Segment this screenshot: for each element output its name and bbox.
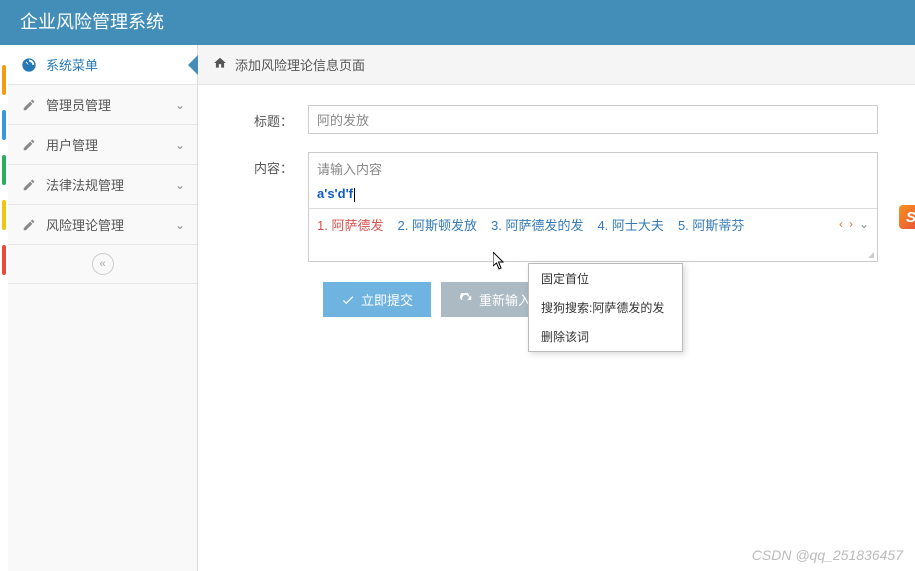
- chevron-right-icon[interactable]: ›: [849, 217, 853, 231]
- context-menu-item[interactable]: 搜狗搜索:阿萨德发的发: [529, 293, 682, 322]
- main-content: 添加风险理论信息页面 标题： 内容： 请输入内容 a's'd'f: [198, 45, 915, 571]
- title-label: 标题：: [228, 105, 308, 130]
- edge-bar: [2, 65, 6, 95]
- submit-button[interactable]: 立即提交: [323, 282, 431, 317]
- form-area: 标题： 内容： 请输入内容 a's'd'f 1. 阿萨德发 2. 阿斯: [198, 85, 915, 337]
- breadcrumb-text: 添加风险理论信息页面: [235, 55, 365, 74]
- sidebar: 系统菜单 管理员管理 ⌄ 用户管理 ⌄ 法律法规管理 ⌄: [8, 45, 198, 571]
- content-placeholder: 请输入内容: [309, 153, 877, 184]
- chevron-down-icon: ⌄: [175, 98, 185, 112]
- edit-icon: [20, 98, 38, 112]
- sogou-ime-icon[interactable]: S: [899, 205, 915, 229]
- ime-composition: a's'd'f: [309, 184, 877, 208]
- refresh-icon: [459, 293, 473, 307]
- sidebar-item-user[interactable]: 用户管理 ⌄: [8, 125, 197, 165]
- sidebar-item-label: 系统菜单: [46, 55, 98, 74]
- chevron-down-icon[interactable]: ⌄: [859, 217, 869, 231]
- content-textarea[interactable]: 请输入内容 a's'd'f 1. 阿萨德发 2. 阿斯顿发放 3. 阿萨德发的发…: [308, 152, 878, 262]
- chevron-down-icon: ⌄: [175, 138, 185, 152]
- home-icon[interactable]: [213, 56, 227, 73]
- breadcrumb: 添加风险理论信息页面: [198, 45, 915, 85]
- content-label: 内容：: [228, 152, 308, 177]
- sidebar-item-label: 风险理论管理: [46, 215, 124, 234]
- context-menu-item[interactable]: 固定首位: [529, 264, 682, 293]
- ime-candidate-bar[interactable]: 1. 阿萨德发 2. 阿斯顿发放 3. 阿萨德发的发 4. 阿士大夫 5. 阿斯…: [309, 208, 877, 240]
- edit-icon: [20, 178, 38, 192]
- sidebar-item-label: 法律法规管理: [46, 175, 124, 194]
- ime-page-arrows[interactable]: ‹ › ⌄: [839, 217, 869, 231]
- resize-handle[interactable]: [864, 248, 876, 260]
- edge-bar: [2, 200, 6, 230]
- ime-candidate[interactable]: 5. 阿斯蒂芬: [678, 215, 744, 234]
- watermark: CSDN @qq_251836457: [752, 547, 903, 563]
- left-edge-bars: [0, 45, 8, 571]
- edge-bar: [2, 245, 6, 275]
- context-menu-item[interactable]: 删除该词: [529, 322, 682, 351]
- app-title: 企业风险管理系统: [20, 12, 164, 32]
- edit-icon: [20, 138, 38, 152]
- sidebar-item-admin[interactable]: 管理员管理 ⌄: [8, 85, 197, 125]
- collapse-icon: «: [92, 253, 114, 275]
- ime-candidate[interactable]: 4. 阿士大夫: [597, 215, 663, 234]
- check-icon: [341, 293, 355, 307]
- chevron-down-icon: ⌄: [175, 218, 185, 232]
- sidebar-collapse[interactable]: «: [8, 245, 197, 284]
- edit-icon: [20, 218, 38, 232]
- title-input[interactable]: [308, 105, 878, 134]
- chevron-left-icon[interactable]: ‹: [839, 217, 843, 231]
- ime-candidate[interactable]: 2. 阿斯顿发放: [397, 215, 476, 234]
- sidebar-item-law[interactable]: 法律法规管理 ⌄: [8, 165, 197, 205]
- sidebar-item-label: 用户管理: [46, 135, 98, 154]
- sidebar-item-risk-theory[interactable]: 风险理论管理 ⌄: [8, 205, 197, 245]
- chevron-down-icon: ⌄: [175, 178, 185, 192]
- edge-bar: [2, 155, 6, 185]
- ime-candidate[interactable]: 3. 阿萨德发的发: [491, 215, 583, 234]
- edge-bar: [2, 110, 6, 140]
- dashboard-icon: [20, 57, 38, 73]
- sidebar-item-system-menu[interactable]: 系统菜单: [8, 45, 197, 85]
- app-header: 企业风险管理系统: [0, 0, 915, 45]
- ime-context-menu: 固定首位 搜狗搜索:阿萨德发的发 删除该词: [528, 263, 683, 352]
- sidebar-item-label: 管理员管理: [46, 95, 111, 114]
- ime-candidate[interactable]: 1. 阿萨德发: [317, 215, 383, 234]
